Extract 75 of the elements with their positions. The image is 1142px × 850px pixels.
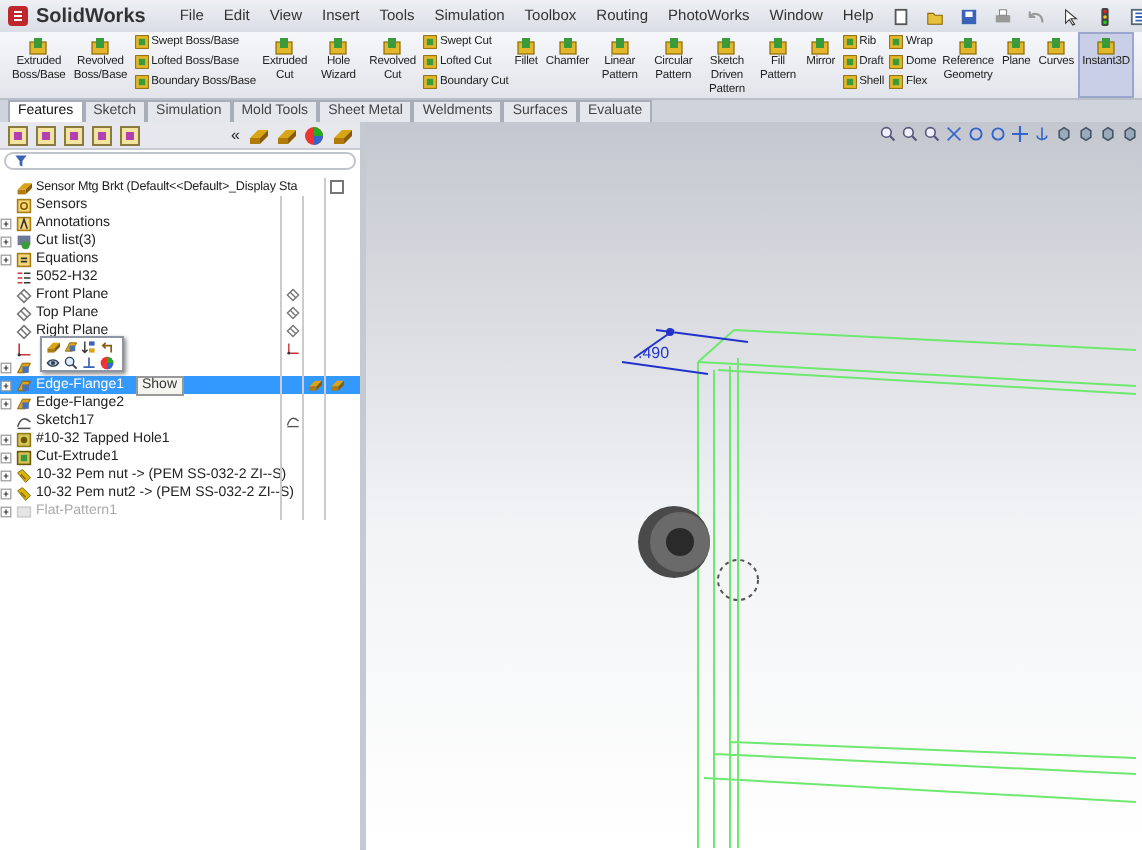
plane-icon: [285, 306, 299, 320]
app-title: SolidWorks: [36, 3, 146, 31]
part-icon: [329, 378, 343, 392]
dimension-value: .490: [638, 344, 670, 362]
block-icon: [516, 36, 537, 56]
expand-icon[interactable]: [0, 451, 12, 463]
block-icon: [609, 36, 630, 56]
expand-icon[interactable]: [0, 397, 12, 409]
folder-icon[interactable]: [925, 7, 944, 25]
traffic-light-icon[interactable]: [1095, 7, 1114, 25]
expand-icon[interactable]: [0, 361, 12, 373]
block-icon: [90, 36, 111, 56]
block-icon: [1046, 36, 1067, 56]
sensor-icon: [16, 197, 32, 213]
zoom-icon[interactable]: [880, 126, 896, 142]
expand-icon[interactable]: [0, 235, 12, 247]
hole-icon: [16, 431, 32, 447]
part-icon[interactable]: [46, 340, 60, 354]
checkbox[interactable]: [329, 180, 343, 194]
flat-pattern-icon: [16, 503, 32, 519]
expand-icon[interactable]: [0, 469, 12, 481]
expand-icon[interactable]: [0, 379, 12, 391]
block-icon: [274, 36, 295, 56]
hole-outline: [717, 559, 759, 601]
nut-drawing: [638, 506, 710, 578]
pointer-icon[interactable]: [1061, 7, 1080, 25]
block-icon: [557, 36, 578, 56]
expand-icon[interactable]: [0, 487, 12, 499]
undo-icon[interactable]: [100, 340, 114, 354]
sketch-icon: [16, 413, 32, 429]
expand-icon[interactable]: [0, 433, 12, 445]
cut-list-icon: [16, 233, 32, 249]
block-icon: [1006, 36, 1027, 56]
expand-icon[interactable]: [0, 505, 12, 517]
color-icon[interactable]: [100, 356, 114, 370]
expand-icon[interactable]: [0, 217, 12, 229]
sort-icon[interactable]: [82, 340, 96, 354]
filter-icon: [14, 154, 28, 168]
block-icon: [382, 36, 403, 56]
zoom-icon[interactable]: [64, 356, 78, 370]
filter-field[interactable]: [4, 152, 356, 170]
collapse-button[interactable]: «: [231, 123, 240, 147]
block-icon: [716, 36, 737, 56]
save-icon[interactable]: [959, 7, 978, 25]
eye-icon[interactable]: [46, 356, 60, 370]
block-icon: [663, 36, 684, 56]
expand-icon[interactable]: [0, 253, 12, 265]
color-icon[interactable]: [304, 125, 324, 145]
list-icon[interactable]: [1129, 7, 1142, 25]
sketch-icon: [285, 414, 299, 428]
part-icon[interactable]: [248, 125, 268, 145]
annotation-icon: [16, 215, 32, 231]
pan-icon[interactable]: [1012, 126, 1028, 142]
block-icon: [810, 36, 831, 56]
zoom-icon[interactable]: [924, 126, 940, 142]
cut-icon: [16, 449, 32, 465]
logo-icon: [8, 6, 28, 26]
part-icon[interactable]: [332, 125, 352, 145]
block-icon: [958, 36, 979, 56]
plane-icon: [285, 324, 299, 338]
printer-icon[interactable]: [993, 7, 1012, 25]
part-icon: [307, 378, 321, 392]
block-icon: [28, 36, 49, 56]
part-icon: [16, 179, 32, 195]
dimension-line: [621, 328, 749, 375]
block-icon: [768, 36, 788, 56]
new-document-icon[interactable]: [891, 7, 910, 25]
anchor-icon[interactable]: [1034, 126, 1050, 142]
flange-icon[interactable]: [64, 340, 78, 354]
zoom-icon[interactable]: [902, 126, 918, 142]
equation-icon: [16, 251, 32, 267]
material-icon: [16, 269, 32, 285]
block-icon: [328, 36, 349, 56]
block-icon: [1096, 36, 1117, 56]
plane-icon: [285, 288, 299, 302]
